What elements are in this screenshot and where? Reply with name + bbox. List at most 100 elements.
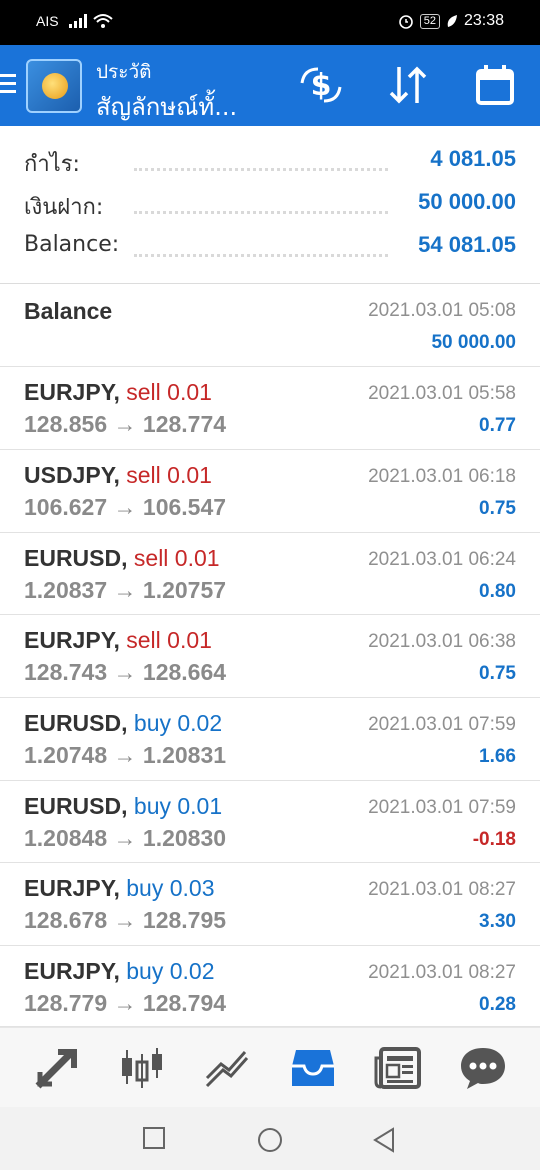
clock: 23:38 [463,12,504,29]
sort-icon[interactable] [383,61,433,109]
trade-symbol: EURJPY, sell 0.01 [24,379,212,406]
trade-action: sell 0.01 [126,627,212,653]
symbol-name: USDJPY, [24,462,120,488]
carrier-label: AIS [36,13,59,29]
table-row[interactable]: USDJPY, sell 0.01 106.627 → 106.547 2021… [0,450,540,533]
svg-text:$: $ [311,68,332,103]
trade-date: 2021.03.01 06:18 [368,466,516,487]
profit-value: 4 081.05 [430,146,516,171]
trade-profit: 0.77 [479,415,516,436]
table-row[interactable]: EURUSD, buy 0.01 1.20848 → 1.20830 2021.… [0,781,540,863]
balance-label: Balance: [24,232,120,257]
profit-label: กำไร: [24,152,80,177]
dotted-leader [134,254,388,257]
trade-date: 2021.03.01 06:38 [368,631,516,652]
balance-entry-row[interactable]: Balance 2021.03.01 05:08 50 000.00 [0,284,540,367]
deposit-label: เงินฝาก: [24,195,104,220]
balance-value: 54 081.05 [418,232,516,257]
deposit-value: 50 000.00 [418,189,516,214]
trade-action: buy 0.01 [133,793,223,819]
trade-profit: 0.75 [479,663,516,684]
trade-profit: 0.80 [479,581,516,602]
currency-exchange-icon[interactable]: $ [296,61,346,109]
dotted-leader [134,168,388,171]
trade-profit: -0.18 [472,829,516,850]
app-bar: ประวัติ สัญลักษณ์ทั้... $ [0,45,540,126]
menu-icon[interactable] [0,74,18,98]
trade-action: buy 0.03 [126,875,215,901]
trade-action: sell 0.01 [126,379,212,405]
trade-action: buy 0.02 [133,710,223,736]
back-icon[interactable] [372,1127,396,1153]
symbol-name: EURJPY, [24,875,120,901]
candlestick-chart-icon[interactable] [117,1046,167,1090]
app-logo [26,59,82,113]
trade-symbol: USDJPY, sell 0.01 [24,462,212,489]
trade-profit: 3.30 [479,911,516,932]
page-title[interactable]: สัญลักษณ์ทั้... [96,87,237,126]
table-row[interactable]: EURJPY, buy 0.02 128.779 → 128.794 2021.… [0,946,540,1027]
chat-icon[interactable] [458,1046,508,1090]
entry-label: Balance [24,298,113,324]
symbol-name: EURUSD, [24,710,128,736]
trade-prices: 1.20848 → 1.20830 [24,825,227,851]
trade-symbol: EURJPY, buy 0.03 [24,875,215,902]
trade-date: 2021.03.01 08:27 [368,962,516,983]
trade-date: 2021.03.01 07:59 [368,714,516,735]
system-navigation-bar [0,1107,540,1170]
trade-date: 2021.03.01 06:24 [368,549,516,570]
trade-prices: 1.20837 → 1.20757 [24,577,227,603]
trade-prices: 128.743 → 128.664 [24,659,227,685]
trade-symbol: EURUSD, buy 0.01 [24,793,222,820]
trade-date: 2021.03.01 05:58 [368,383,516,404]
trade-action: sell 0.01 [126,462,212,488]
home-icon[interactable] [257,1127,283,1153]
news-icon[interactable] [373,1046,423,1090]
dotted-leader [134,211,388,214]
page-subtitle: ประวัติ [96,61,152,83]
trade-symbol: EURJPY, buy 0.02 [24,958,215,985]
trade-prices: 128.856 → 128.774 [24,411,227,437]
symbol-name: EURJPY, [24,627,120,653]
trade-prices: 128.678 → 128.795 [24,907,227,933]
calendar-icon[interactable] [470,61,520,109]
symbol-name: EURJPY, [24,379,120,405]
symbol-name: EURUSD, [24,545,128,571]
entry-date: 2021.03.01 05:08 [368,300,516,321]
bottom-navigation [0,1027,540,1107]
table-row[interactable]: EURUSD, sell 0.01 1.20837 → 1.20757 2021… [0,533,540,615]
summary-row-deposit: เงินฝาก: 50 000.00 [24,189,516,223]
trade-symbol: EURUSD, sell 0.01 [24,545,220,572]
trade-symbol: EURUSD, buy 0.02 [24,710,222,737]
trade-action: sell 0.01 [133,545,220,571]
alarm-icon [398,15,413,29]
trade-action: buy 0.02 [126,958,215,984]
symbol-name: EURJPY, [24,958,120,984]
trade-profit: 0.75 [479,498,516,519]
summary-row-profit: กำไร: 4 081.05 [24,146,516,180]
trade-arrow-icon[interactable] [32,1046,82,1090]
summary-row-balance: Balance: 54 081.05 [24,232,516,266]
symbol-name: EURUSD, [24,793,128,819]
signal-icon [68,14,87,28]
leaf-icon [447,15,457,27]
trend-line-icon[interactable] [203,1046,253,1090]
inbox-icon[interactable] [288,1046,338,1090]
table-row[interactable]: EURJPY, sell 0.01 128.856 → 128.774 2021… [0,367,540,450]
status-left: AIS [36,13,113,29]
status-bar: AIS 52 23:38 [0,0,540,45]
status-right: 52 23:38 [398,12,504,30]
battery-indicator: 52 [419,13,440,29]
table-row[interactable]: EURUSD, buy 0.02 1.20748 → 1.20831 2021.… [0,698,540,781]
summary-panel: กำไร: 4 081.05 เงินฝาก: 50 000.00 Balanc… [0,126,540,284]
recent-apps-icon[interactable] [143,1127,165,1149]
trade-date: 2021.03.01 07:59 [368,797,516,818]
trade-symbol: EURJPY, sell 0.01 [24,627,212,654]
table-row[interactable]: EURJPY, sell 0.01 128.743 → 128.664 2021… [0,615,540,698]
trade-profit: 1.66 [479,746,516,767]
trade-prices: 106.627 → 106.547 [24,494,227,520]
trade-profit: 0.28 [479,994,516,1015]
trade-date: 2021.03.01 08:27 [368,879,516,900]
table-row[interactable]: EURJPY, buy 0.03 128.678 → 128.795 2021.… [0,863,540,946]
trade-prices: 128.779 → 128.794 [24,990,227,1016]
